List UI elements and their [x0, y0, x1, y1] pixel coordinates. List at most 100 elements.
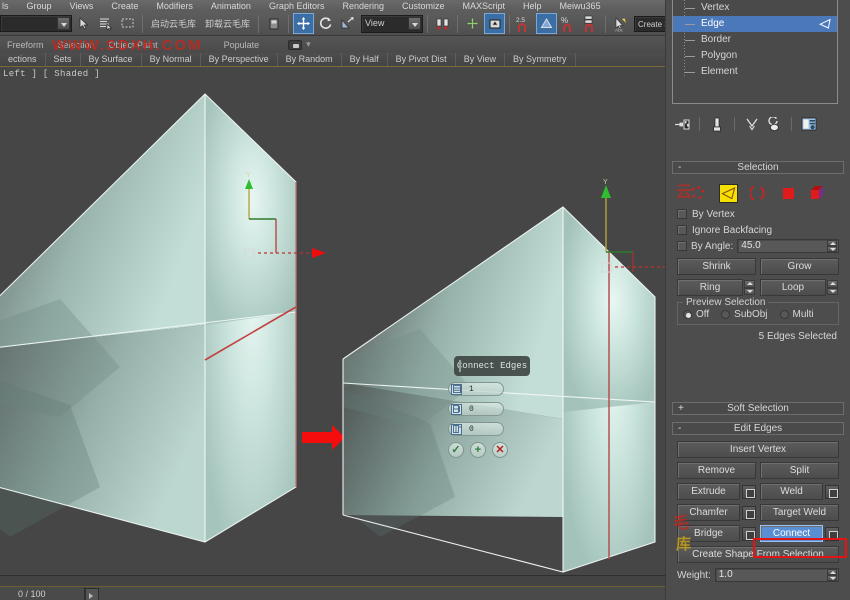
select-and-move-icon[interactable]: [293, 13, 314, 34]
menu-item-edit[interactable]: ls: [0, 0, 18, 12]
by-vertex-row[interactable]: By Vertex: [677, 206, 839, 222]
stack-item-polygon[interactable]: Polygon: [673, 48, 837, 64]
edge-icon[interactable]: [719, 184, 738, 203]
menu-item-group[interactable]: Group: [18, 0, 61, 12]
configure-modifier-sets-icon[interactable]: [799, 114, 819, 134]
stack-item-border[interactable]: Border: [673, 32, 837, 48]
menu-item-rendering[interactable]: Rendering: [333, 0, 393, 12]
ribbon-item-freeform[interactable]: Freeform: [0, 40, 51, 50]
weight-spinner[interactable]: [827, 569, 837, 581]
remove-button[interactable]: Remove: [677, 462, 756, 479]
cloud-library-unload-button[interactable]: 卸载云毛库: [201, 17, 254, 30]
collapse-icon-2[interactable]: -: [678, 423, 681, 435]
weld-settings-icon[interactable]: [825, 485, 839, 499]
pin-stack-icon[interactable]: [672, 114, 692, 134]
element-icon[interactable]: [809, 184, 828, 203]
by-angle-checkbox[interactable]: [677, 241, 687, 251]
chamfer-settings-icon[interactable]: [742, 506, 756, 520]
insert-vertex-button[interactable]: Insert Vertex: [677, 441, 839, 458]
border-icon[interactable]: [749, 184, 768, 203]
snaps-toggle-icon[interactable]: [484, 13, 505, 34]
by-angle-spinner[interactable]: [827, 240, 837, 252]
named-selection-combo[interactable]: [0, 15, 72, 32]
select-and-scale-icon[interactable]: [337, 13, 358, 34]
modifier-stack[interactable]: Vertex Edge Border: [672, 0, 838, 104]
percent-snap-toggle-icon[interactable]: %: [558, 13, 579, 34]
polygon-icon[interactable]: [779, 184, 798, 203]
shrink-button[interactable]: Shrink: [677, 258, 756, 275]
preview-subobj-radio[interactable]: [721, 310, 730, 319]
viewport-label[interactable]: Left ] [ Shaded ]: [3, 69, 100, 79]
ribbon-item-populate[interactable]: Populate: [217, 40, 267, 50]
ribbon-tab-by-perspective[interactable]: By Perspective: [201, 53, 278, 66]
weight-input[interactable]: 1.0: [715, 568, 839, 582]
grow-button[interactable]: Grow: [760, 258, 839, 275]
create-shape-from-selection-button[interactable]: Create Shape From Selection: [677, 546, 839, 563]
select-by-name-icon[interactable]: [95, 13, 116, 34]
ribbon-tab-by-pivot-dist[interactable]: By Pivot Dist: [388, 53, 456, 66]
connect-edges-caddy[interactable]: Connect Edges 1: [448, 356, 544, 458]
collapse-icon[interactable]: -: [678, 162, 681, 174]
loop-button[interactable]: Loop: [760, 279, 826, 296]
menu-item-meiwu365[interactable]: Meiwu365: [551, 0, 610, 12]
time-slider-handle[interactable]: [85, 588, 99, 600]
ribbon-tab-by-half[interactable]: By Half: [342, 53, 388, 66]
ribbon-tab-ections[interactable]: ections: [0, 53, 46, 66]
split-button[interactable]: Split: [760, 462, 839, 479]
stack-item-element[interactable]: Element: [673, 64, 837, 80]
edit-named-selection-sets-icon[interactable]: Abc: [610, 13, 631, 34]
ribbon-item-selection[interactable]: Selection: [51, 40, 102, 50]
ribbon-tab-by-symmetry[interactable]: By Symmetry: [505, 53, 576, 66]
ribbon-tab-by-random[interactable]: By Random: [278, 53, 342, 66]
by-vertex-checkbox[interactable]: [677, 209, 687, 219]
select-object-icon[interactable]: [73, 13, 94, 34]
vertex-icon[interactable]: [689, 184, 708, 203]
stack-item-edge[interactable]: Edge: [673, 16, 837, 32]
edit-edges-header[interactable]: - Edit Edges: [672, 422, 844, 435]
track-bar[interactable]: 0 / 100: [0, 586, 665, 600]
menu-item-help[interactable]: Help: [514, 0, 551, 12]
ignore-backfacing-row[interactable]: Ignore Backfacing: [677, 222, 839, 238]
connect-settings-icon[interactable]: [825, 527, 839, 541]
ribbon-tab-by-normal[interactable]: By Normal: [142, 53, 201, 66]
menu-item-graph-editors[interactable]: Graph Editors: [260, 0, 334, 12]
bridge-settings-icon[interactable]: [742, 527, 756, 541]
caddy-cancel-button[interactable]: ✕: [492, 442, 508, 458]
percent-snap-area-icon[interactable]: [536, 13, 557, 34]
target-weld-button[interactable]: Target Weld: [760, 504, 839, 521]
connect-button[interactable]: Connect: [760, 525, 823, 542]
ring-button[interactable]: Ring: [677, 279, 743, 296]
caddy-slide-field[interactable]: 0: [448, 422, 504, 436]
chamfer-button[interactable]: Chamfer: [677, 504, 740, 521]
remove-modifier-icon[interactable]: [764, 114, 784, 134]
menu-item-maxscript[interactable]: MAXScript: [454, 0, 515, 12]
caddy-apply-button[interactable]: +: [470, 442, 486, 458]
preview-off-radio[interactable]: [683, 310, 692, 319]
menu-item-create[interactable]: Create: [102, 0, 147, 12]
stack-item-vertex[interactable]: Vertex: [673, 0, 837, 16]
ribbon-popup-arrow-icon[interactable]: ▾: [306, 39, 311, 50]
by-angle-row[interactable]: By Angle: 45.0: [677, 238, 839, 254]
ribbon-tab-sets[interactable]: Sets: [46, 53, 81, 66]
extrude-button[interactable]: Extrude: [677, 483, 740, 500]
chevron-down-icon-2[interactable]: [408, 17, 421, 30]
window-crossing-icon[interactable]: [263, 13, 284, 34]
caddy-pinch-field[interactable]: 0: [448, 402, 504, 416]
ribbon-tab-by-surface[interactable]: By Surface: [81, 53, 142, 66]
viewport-left-shaded[interactable]: Y Y Left ] [ Shaded ] Connect Edges: [0, 67, 665, 575]
menu-item-customize[interactable]: Customize: [393, 0, 454, 12]
soft-selection-header[interactable]: + Soft Selection: [672, 402, 844, 415]
use-pivot-point-center-icon[interactable]: [432, 13, 453, 34]
preview-multi-radio[interactable]: [780, 310, 789, 319]
spinner-snap-toggle-icon[interactable]: [580, 13, 601, 34]
menu-item-animation[interactable]: Animation: [202, 0, 260, 12]
rectangular-selection-region-icon[interactable]: [117, 13, 138, 34]
caddy-ok-button[interactable]: ✓: [448, 442, 464, 458]
reference-coordinate-system-combo[interactable]: View: [361, 15, 423, 33]
ring-spinner[interactable]: [744, 280, 755, 295]
loop-spinner[interactable]: [827, 280, 838, 295]
chevron-down-icon[interactable]: [57, 17, 70, 30]
ribbon-popup-icon[interactable]: [288, 40, 302, 50]
mesh-object-left[interactable]: [0, 94, 296, 542]
weld-button[interactable]: Weld: [760, 483, 823, 500]
